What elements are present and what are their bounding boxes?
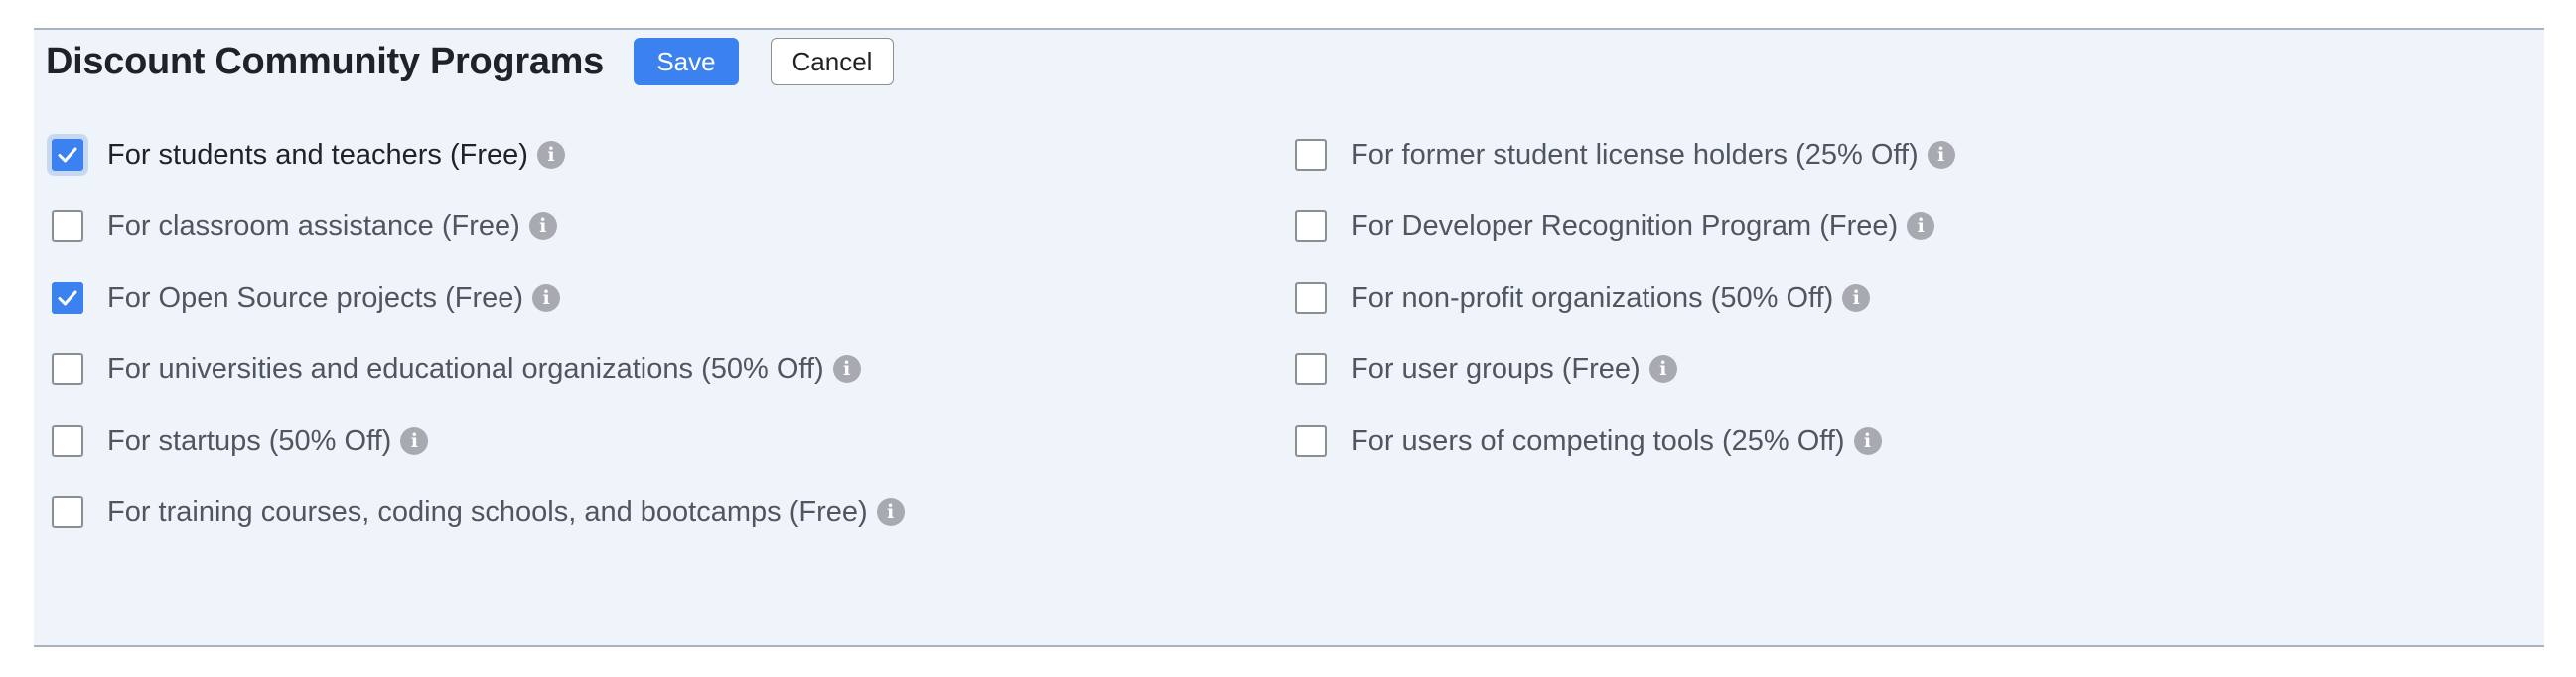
option-label[interactable]: For classroom assistance (Free) [107, 210, 520, 243]
option-classroom-assistance[interactable]: For classroom assistance (Free) i [52, 191, 905, 262]
option-startups[interactable]: For startups (50% Off) i [52, 405, 905, 476]
option-label[interactable]: For users of competing tools (25% Off) [1351, 425, 1845, 458]
checkbox[interactable] [52, 353, 83, 385]
info-icon[interactable]: i [1842, 284, 1871, 312]
checkbox[interactable] [52, 282, 83, 314]
option-developer-recognition[interactable]: For Developer Recognition Program (Free)… [1295, 191, 1955, 262]
option-non-profit[interactable]: For non-profit organizations (50% Off) i [1295, 262, 1955, 334]
checkbox[interactable] [52, 210, 83, 242]
info-icon[interactable]: i [528, 212, 557, 240]
option-label[interactable]: For Developer Recognition Program (Free) [1351, 210, 1898, 243]
checkmark-icon [58, 290, 77, 306]
option-label[interactable]: For startups (50% Off) [107, 425, 391, 458]
section-title: Discount Community Programs [46, 40, 604, 82]
info-icon[interactable]: i [832, 355, 861, 383]
option-label[interactable]: For universities and educational organiz… [107, 353, 824, 386]
checkbox[interactable] [1295, 139, 1327, 171]
option-open-source[interactable]: For Open Source projects (Free) i [52, 262, 905, 334]
info-icon[interactable]: i [536, 141, 565, 169]
option-label[interactable]: For Open Source projects (Free) [107, 282, 523, 315]
info-icon[interactable]: i [1853, 427, 1882, 455]
checkbox[interactable] [1295, 353, 1327, 385]
checkmark-icon [58, 147, 77, 163]
info-icon[interactable]: i [1907, 212, 1935, 240]
checkbox[interactable] [52, 425, 83, 457]
info-icon[interactable]: i [876, 498, 905, 526]
option-label[interactable]: For former student license holders (25% … [1351, 139, 1919, 172]
option-universities[interactable]: For universities and educational organiz… [52, 334, 905, 405]
info-icon[interactable]: i [400, 427, 429, 455]
checkbox[interactable] [1295, 210, 1327, 242]
checkbox[interactable] [52, 139, 83, 171]
option-competing-tools[interactable]: For users of competing tools (25% Off) i [1295, 405, 1955, 476]
option-label[interactable]: For students and teachers (Free) [107, 139, 528, 172]
save-button[interactable]: Save [633, 38, 739, 85]
checkbox[interactable] [1295, 282, 1327, 314]
option-label[interactable]: For non-profit organizations (50% Off) [1351, 282, 1833, 315]
option-label[interactable]: For training courses, coding schools, an… [107, 496, 868, 529]
option-user-groups[interactable]: For user groups (Free) i [1295, 334, 1955, 405]
info-icon[interactable]: i [1648, 355, 1677, 383]
section-header: Discount Community Programs Save Cancel [46, 36, 894, 87]
info-icon[interactable]: i [532, 284, 561, 312]
checkbox[interactable] [1295, 425, 1327, 457]
option-label[interactable]: For user groups (Free) [1351, 353, 1641, 386]
info-icon[interactable]: i [1927, 141, 1955, 169]
option-former-student[interactable]: For former student license holders (25% … [1295, 119, 1955, 191]
cancel-button[interactable]: Cancel [770, 38, 894, 85]
option-students-teachers[interactable]: For students and teachers (Free) i [52, 119, 905, 191]
checkbox[interactable] [52, 496, 83, 528]
options-right-column: For former student license holders (25% … [1295, 139, 1955, 506]
options-left-column: For students and teachers (Free) i For c… [52, 139, 905, 578]
option-training-courses[interactable]: For training courses, coding schools, an… [52, 476, 905, 548]
